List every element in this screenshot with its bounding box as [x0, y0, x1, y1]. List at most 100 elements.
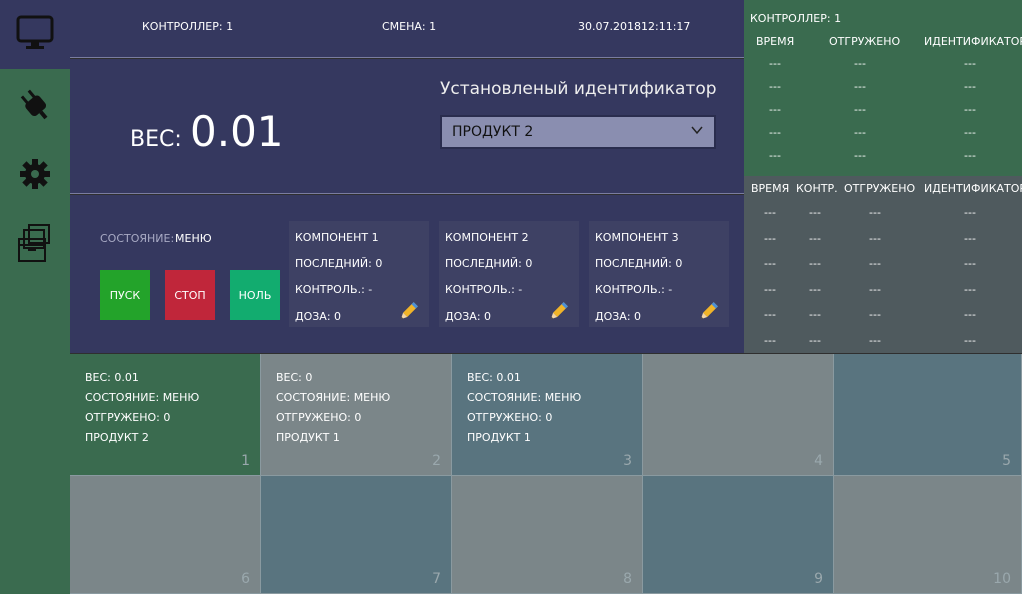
- tile-number: 5: [1002, 453, 1011, 469]
- controller-tile-7[interactable]: 7: [261, 476, 452, 594]
- tile-info-line: ВЕС: 0: [276, 371, 313, 384]
- pencil-icon[interactable]: [397, 301, 419, 326]
- tile-info-line: ПРОДУКТ 2: [85, 431, 149, 444]
- tile-number: 3: [623, 453, 632, 469]
- tile-info-line: ОТГРУЖЕНО: 0: [85, 411, 171, 424]
- component-control: КОНТРОЛЬ.: -: [445, 283, 523, 296]
- tile-number: 9: [814, 571, 823, 587]
- log-cell: ---: [964, 149, 976, 162]
- tile-number: 7: [432, 571, 441, 587]
- tile-number: 2: [432, 453, 441, 469]
- controller-tile-6[interactable]: 6: [70, 476, 261, 594]
- component-card-3: КОМПОНЕНТ 3 ПОСЛЕДНИЙ: 0 КОНТРОЛЬ.: - ДО…: [589, 221, 729, 327]
- tile-info-line: ПРОДУКТ 1: [467, 431, 531, 444]
- component-dose: ДОЗА: 0: [445, 310, 492, 323]
- log-cell: ---: [769, 57, 781, 70]
- chevron-down-icon: [690, 123, 704, 141]
- log-controller-label: КОНТРОЛЛЕР: 1: [750, 12, 842, 25]
- log-cell: ---: [964, 57, 976, 70]
- component-dose: ДОЗА: 0: [595, 310, 642, 323]
- control-log-cell: ---: [809, 231, 821, 245]
- ctrl-header-time: ВРЕМЯ: [751, 182, 790, 195]
- tile-info-line: ОТГРУЖЕНО: 0: [467, 411, 553, 424]
- state-value: МЕНЮ: [175, 232, 212, 245]
- identifier-label: Установленый идентификатор: [440, 79, 717, 99]
- tile-number: 8: [623, 571, 632, 587]
- sidebar: [0, 0, 70, 594]
- ctrl-header-shipped: ОТГРУЖЕНО: [844, 182, 916, 195]
- component-card-1: КОМПОНЕНТ 1 ПОСЛЕДНИЙ: 0 КОНТРОЛЬ.: - ДО…: [289, 221, 429, 327]
- control-log-cell: ---: [869, 282, 881, 296]
- component-control: КОНТРОЛЬ.: -: [295, 283, 373, 296]
- controller-tile-2[interactable]: ВЕС: 0 СОСТОЯНИЕ: МЕНЮ ОТГРУЖЕНО: 0 ПРОДУКТ…: [261, 354, 452, 476]
- tile-info-line: СОСТОЯНИЕ: МЕНЮ: [85, 391, 200, 404]
- control-log-cell: ---: [809, 257, 821, 270]
- component-title: КОМПОНЕНТ 2: [445, 231, 529, 244]
- log-cell: ---: [854, 80, 866, 93]
- tile-info-line: ВЕС: 0.01: [467, 371, 521, 384]
- weight-label: ВЕС:: [130, 127, 182, 152]
- control-log-cell: ---: [869, 257, 881, 270]
- weight-panel: ВЕС: 0.01 Установленый идентификатор ПРО…: [70, 59, 744, 194]
- identifier-selected-value: ПРОДУКТ 2: [452, 124, 534, 140]
- log-cell: ---: [964, 103, 976, 116]
- component-card-2: КОМПОНЕНТ 2 ПОСЛЕДНИЙ: 0 КОНТРОЛЬ.: - ДО…: [439, 221, 579, 327]
- controller-tile-9[interactable]: 9: [643, 476, 834, 594]
- control-log-cell: ---: [764, 333, 776, 347]
- log-cell: ---: [854, 57, 866, 70]
- log-header-time: ВРЕМЯ: [756, 35, 795, 48]
- control-log-cell: ---: [964, 333, 976, 347]
- control-log-cell: ---: [869, 231, 881, 245]
- tile-info-line: СОСТОЯНИЕ: МЕНЮ: [276, 391, 391, 404]
- stop-button[interactable]: СТОП: [165, 270, 215, 320]
- component-last: ПОСЛЕДНИЙ: 0: [445, 257, 533, 270]
- log-header-shipped: ОТГРУЖЕНО: [829, 35, 901, 48]
- monitor-icon[interactable]: [14, 12, 56, 54]
- component-last: ПОСЛЕДНИЙ: 0: [595, 257, 683, 270]
- tile-number: 1: [241, 453, 250, 469]
- zero-button[interactable]: НОЛЬ: [230, 270, 280, 320]
- control-log-cell: ---: [964, 308, 976, 321]
- plug-icon[interactable]: [14, 84, 56, 126]
- controller-tile-4[interactable]: 4: [643, 354, 834, 476]
- gear-icon[interactable]: [14, 153, 56, 195]
- control-log-cell: ---: [764, 308, 776, 321]
- start-button[interactable]: ПУСК: [100, 270, 150, 320]
- log-cell: ---: [964, 80, 976, 93]
- controller-tile-5[interactable]: 5: [834, 354, 1022, 476]
- state-label: СОСТОЯНИЕ:: [100, 232, 175, 245]
- controller-tile-8[interactable]: 8: [452, 476, 643, 594]
- pencil-icon[interactable]: [697, 301, 719, 326]
- tile-info-line: ВЕС: 0.01: [85, 371, 139, 384]
- identifier-select[interactable]: ПРОДУКТ 2: [440, 115, 716, 149]
- control-log-cell: ---: [764, 282, 776, 296]
- control-panel: СОСТОЯНИЕ: МЕНЮ ПУСК СТОП НОЛЬ КОМПОНЕНТ…: [70, 195, 744, 353]
- control-log-cell: ---: [809, 308, 821, 321]
- control-log-cell: ---: [809, 333, 821, 347]
- log-cell: ---: [769, 126, 781, 139]
- log-cell: ---: [769, 149, 781, 162]
- controller-tile-10[interactable]: 10: [834, 476, 1022, 594]
- control-log-cell: ---: [809, 282, 821, 296]
- controller-tile-1[interactable]: ВЕС: 0.01 СОСТОЯНИЕ: МЕНЮ ОТГРУЖЕНО: 0 ПРОД…: [70, 354, 261, 476]
- tile-info-line: ПРОДУКТ 1: [276, 431, 340, 444]
- control-log-cell: ---: [764, 257, 776, 270]
- log-header-identifier: ИДЕНТИФИКАТОР: [924, 35, 1022, 48]
- log-cell: ---: [854, 103, 866, 116]
- shift-label: СМЕНА: 1: [382, 20, 437, 33]
- shipment-log-panel: КОНТРОЛЛЕР: 1 ВРЕМЯ ОТГРУЖЕНО ИДЕНТИФИКА…: [744, 0, 1022, 176]
- log-cell: ---: [854, 149, 866, 162]
- ctrl-header-control: КОНТР.: [796, 182, 838, 195]
- controller-tile-3[interactable]: ВЕС: 0.01 СОСТОЯНИЕ: МЕНЮ ОТГРУЖЕНО: 0 ПРОД…: [452, 354, 643, 476]
- log-cell: ---: [769, 103, 781, 116]
- control-log-cell: ---: [964, 231, 976, 245]
- archive-icon[interactable]: [14, 222, 56, 264]
- tile-info-line: СОСТОЯНИЕ: МЕНЮ: [467, 391, 582, 404]
- control-log-cell: ---: [964, 257, 976, 270]
- pencil-icon[interactable]: [547, 301, 569, 326]
- control-log-panel: ВРЕМЯ КОНТР. ОТГРУЖЕНО ИДЕНТИФИКАТОР ---…: [744, 176, 1022, 353]
- control-log-cell: ---: [764, 206, 776, 219]
- component-last: ПОСЛЕДНИЙ: 0: [295, 257, 383, 270]
- controller-label: КОНТРОЛЛЕР: 1: [142, 20, 234, 33]
- time-label: 12:11:17: [641, 20, 691, 33]
